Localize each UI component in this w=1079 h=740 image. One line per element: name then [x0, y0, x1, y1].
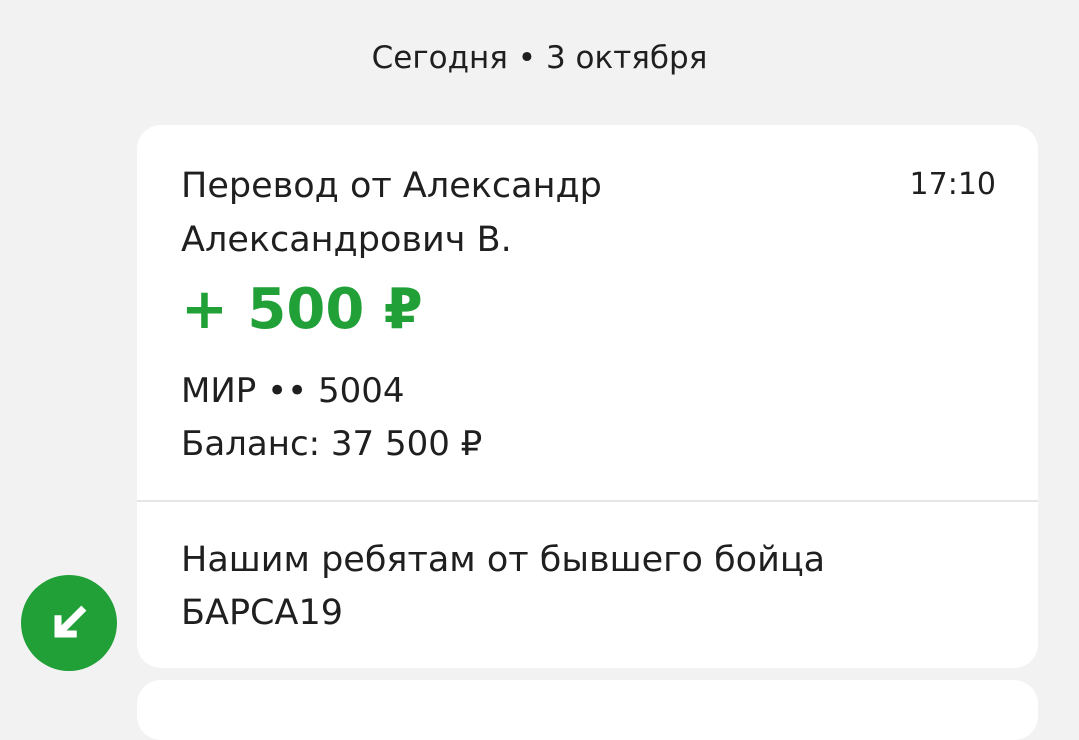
transaction-details: Перевод от Александр Александрович В. 17…: [137, 125, 1038, 501]
transaction-message: Нашим ребятам от бывшего бойца БАРСА19: [181, 540, 826, 633]
divider: [137, 500, 1038, 502]
next-transaction-card[interactable]: [137, 680, 1038, 740]
transaction-title: Перевод от Александр Александрович В.: [181, 166, 602, 260]
transaction-time: 17:10: [909, 167, 996, 202]
card-info: МИР •• 5004: [181, 371, 405, 411]
transaction-card[interactable]: Перевод от Александр Александрович В. 17…: [137, 125, 1038, 668]
arrow-down-left-icon: [54, 605, 87, 638]
date-header: Сегодня • 3 октября: [371, 40, 708, 76]
transaction-amount: + 500 ₽: [181, 277, 423, 342]
balance-info: Баланс: 37 500 ₽: [181, 424, 483, 464]
incoming-transfer-badge: [21, 575, 117, 671]
